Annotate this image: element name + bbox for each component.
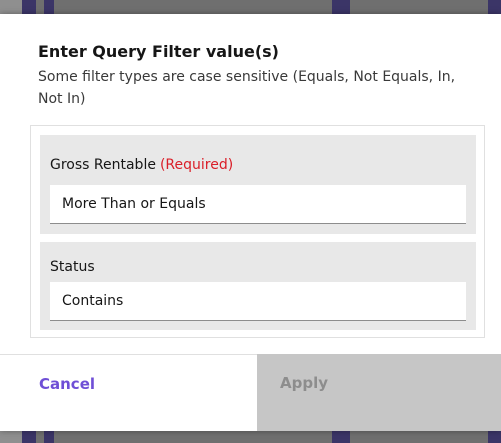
cancel-button[interactable]: Cancel [0, 354, 257, 431]
dialog-footer: Cancel Apply [0, 354, 501, 431]
apply-button[interactable]: Apply [257, 354, 501, 431]
dialog-subtitle: Some filter types are case sensitive (Eq… [38, 69, 456, 107]
status-filter-select[interactable]: Contains [50, 282, 466, 321]
field-label-gross-rentable: Gross Rentable (Required) [50, 157, 233, 173]
cancel-button-label: Cancel [39, 375, 96, 393]
apply-button-label: Apply [280, 374, 329, 392]
field-label-status: Status [50, 259, 95, 275]
field-group-gross-rentable: Gross Rentable (Required) More Than or Eq… [40, 135, 476, 234]
field-label-text: Gross Rentable [50, 157, 156, 173]
gross-rentable-filter-select[interactable]: More Than or Equals [50, 185, 466, 224]
required-indicator: (Required) [159, 157, 234, 173]
dialog-title: Enter Query Filter value(s) [38, 42, 279, 61]
field-group-status: Status Contains [40, 242, 476, 330]
